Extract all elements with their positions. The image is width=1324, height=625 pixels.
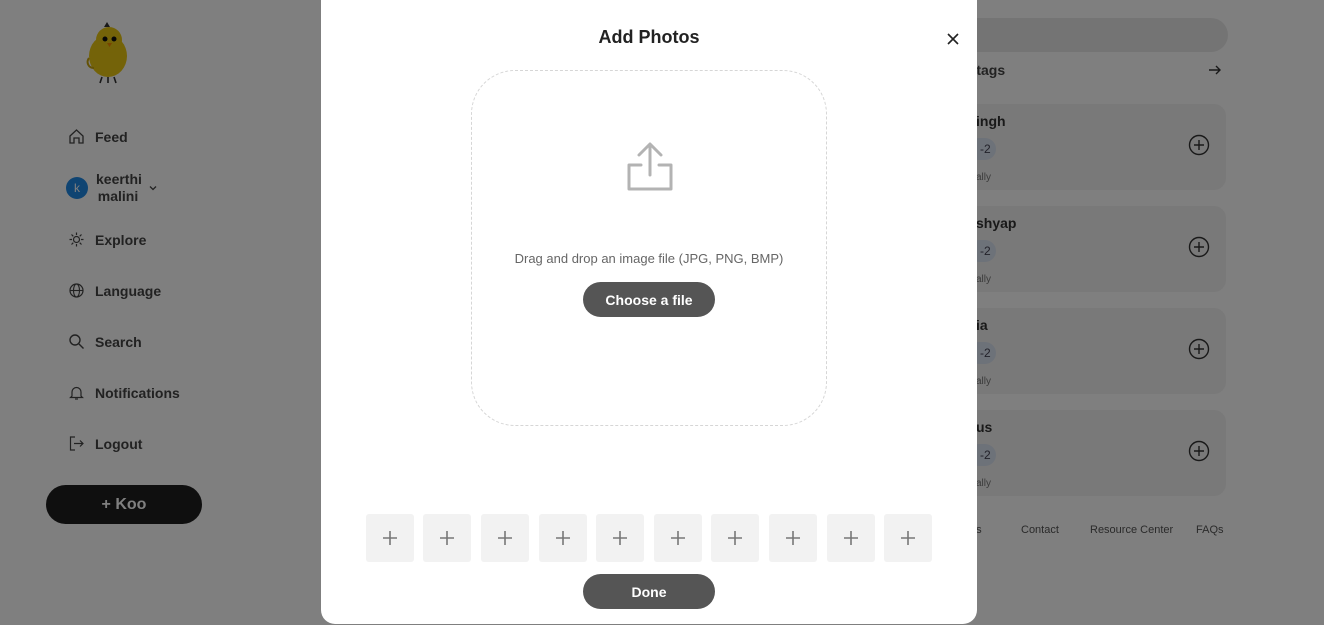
image-dropzone[interactable]: Drag and drop an image file (JPG, PNG, B…: [471, 70, 827, 426]
plus-icon: [613, 531, 627, 545]
plus-icon: [671, 531, 685, 545]
upload-icon: [627, 142, 673, 191]
modal-title: Add Photos: [598, 27, 700, 47]
plus-icon: [498, 531, 512, 545]
photo-slot[interactable]: [711, 514, 759, 562]
photo-slot[interactable]: [366, 514, 414, 562]
plus-icon: [844, 531, 858, 545]
add-photos-modal: Add Photos Drag and drop an image file (…: [321, 0, 977, 624]
photo-slot[interactable]: [769, 514, 817, 562]
photo-slot[interactable]: [539, 514, 587, 562]
photo-slot[interactable]: [596, 514, 644, 562]
photo-slot[interactable]: [654, 514, 702, 562]
photo-slot[interactable]: [423, 514, 471, 562]
plus-icon: [786, 531, 800, 545]
close-icon[interactable]: [945, 31, 961, 47]
done-button[interactable]: Done: [583, 574, 715, 609]
photo-slot[interactable]: [827, 514, 875, 562]
photo-slot[interactable]: [884, 514, 932, 562]
plus-icon: [383, 531, 397, 545]
photo-slot[interactable]: [481, 514, 529, 562]
plus-icon: [901, 531, 915, 545]
dropzone-instructions: Drag and drop an image file (JPG, PNG, B…: [514, 251, 784, 266]
plus-icon: [728, 531, 742, 545]
plus-icon: [556, 531, 570, 545]
choose-file-button[interactable]: Choose a file: [583, 282, 715, 317]
plus-icon: [440, 531, 454, 545]
